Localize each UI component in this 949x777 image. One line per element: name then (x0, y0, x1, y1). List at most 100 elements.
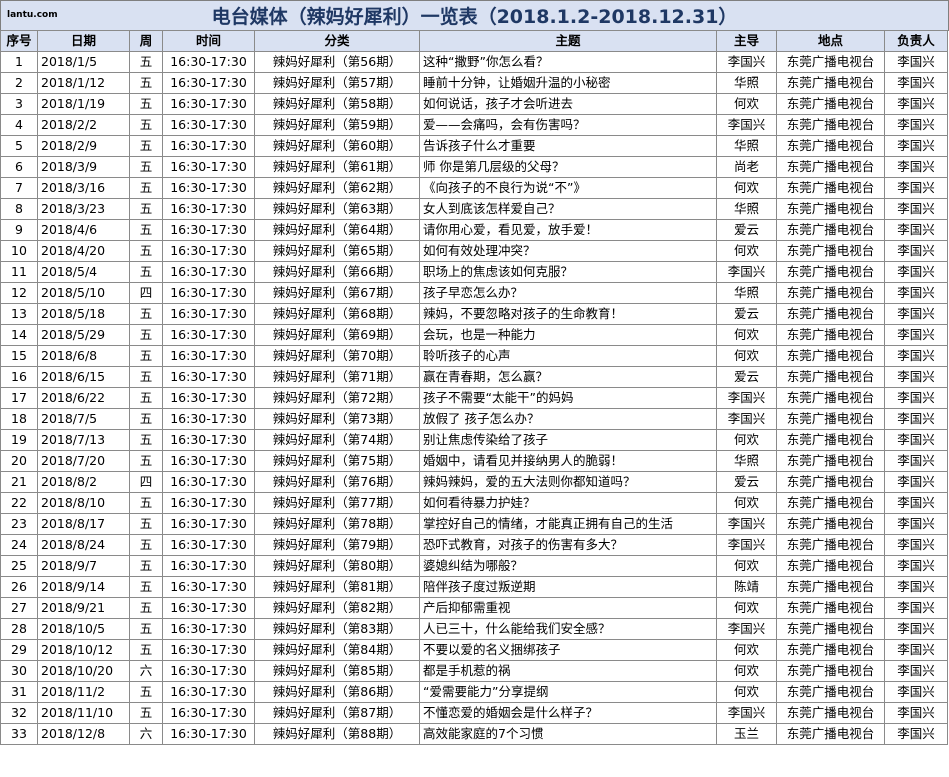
cell-category: 辣妈好犀利（第63期） (254, 198, 420, 220)
col-header-date: 日期 (37, 30, 130, 52)
cell-time: 16:30-17:30 (162, 261, 255, 283)
col-header-location: 地点 (776, 30, 885, 52)
cell-date: 2018/7/5 (37, 408, 130, 430)
cell-category: 辣妈好犀利（第86期） (254, 681, 420, 703)
cell-category: 辣妈好犀利（第78期） (254, 513, 420, 535)
cell-location: 东莞广播电视台 (776, 471, 885, 493)
cell-index: 30 (0, 660, 38, 682)
cell-category: 辣妈好犀利（第60期） (254, 135, 420, 157)
cell-location: 东莞广播电视台 (776, 492, 885, 514)
cell-category: 辣妈好犀利（第67期） (254, 282, 420, 304)
cell-index: 22 (0, 492, 38, 514)
cell-time: 16:30-17:30 (162, 366, 255, 388)
cell-host: 爱云 (716, 219, 777, 241)
cell-owner: 李国兴 (884, 51, 948, 73)
cell-index: 18 (0, 408, 38, 430)
cell-time: 16:30-17:30 (162, 471, 255, 493)
col-header-host: 主导 (716, 30, 777, 52)
cell-index: 4 (0, 114, 38, 136)
cell-topic: 别让焦虑传染给了孩子 (419, 429, 717, 451)
cell-weekday: 五 (129, 177, 163, 199)
table-row: 2 2018/1/12 五 16:30-17:30 辣妈好犀利（第57期） 睡前十分钟，让… (0, 72, 948, 94)
cell-host: 何欢 (716, 660, 777, 682)
cell-topic: 都是手机惹的祸 (419, 660, 717, 682)
page-title: 电台媒体（辣妈好犀利）一览表（2018.1.2-2018.12.31） (211, 6, 738, 28)
cell-location: 东莞广播电视台 (776, 51, 885, 73)
cell-time: 16:30-17:30 (162, 93, 255, 115)
cell-weekday: 五 (129, 135, 163, 157)
cell-location: 东莞广播电视台 (776, 513, 885, 535)
cell-location: 东莞广播电视台 (776, 429, 885, 451)
cell-date: 2018/8/10 (37, 492, 130, 514)
cell-owner: 李国兴 (884, 681, 948, 703)
cell-host: 玉兰 (716, 723, 777, 745)
cell-host: 爱云 (716, 303, 777, 325)
table-row: 16 2018/6/15 五 16:30-17:30 辣妈好犀利（第71期） 赢在青春期，… (0, 366, 948, 388)
cell-weekday: 五 (129, 576, 163, 598)
cell-owner: 李国兴 (884, 366, 948, 388)
cell-time: 16:30-17:30 (162, 72, 255, 94)
cell-index: 29 (0, 639, 38, 661)
cell-owner: 李国兴 (884, 114, 948, 136)
cell-time: 16:30-17:30 (162, 576, 255, 598)
cell-index: 28 (0, 618, 38, 640)
table-row: 33 2018/12/8 六 16:30-17:30 辣妈好犀利（第88期） 高效能家庭的… (0, 723, 948, 745)
cell-date: 2018/3/9 (37, 156, 130, 178)
cell-owner: 李国兴 (884, 72, 948, 94)
cell-index: 25 (0, 555, 38, 577)
cell-date: 2018/10/12 (37, 639, 130, 661)
cell-index: 8 (0, 198, 38, 220)
cell-time: 16:30-17:30 (162, 450, 255, 472)
cell-host: 何欢 (716, 555, 777, 577)
table-row: 11 2018/5/4 五 16:30-17:30 辣妈好犀利（第66期） 职场上的焦虑该… (0, 261, 948, 283)
cell-date: 2018/1/5 (37, 51, 130, 73)
cell-owner: 李国兴 (884, 702, 948, 724)
cell-host: 李国兴 (716, 408, 777, 430)
cell-location: 东莞广播电视台 (776, 177, 885, 199)
cell-owner: 李国兴 (884, 597, 948, 619)
col-header-weekday: 周 (129, 30, 163, 52)
cell-location: 东莞广播电视台 (776, 723, 885, 745)
cell-time: 16:30-17:30 (162, 324, 255, 346)
table-row: 5 2018/2/9 五 16:30-17:30 辣妈好犀利（第60期） 告诉孩子什么才重… (0, 135, 948, 157)
cell-weekday: 五 (129, 219, 163, 241)
cell-index: 17 (0, 387, 38, 409)
cell-topic: 孩子早恋怎么办？ (419, 282, 717, 304)
cell-time: 16:30-17:30 (162, 597, 255, 619)
cell-topic: 产后抑郁需重视 (419, 597, 717, 619)
cell-topic: 婚姻中，请看见并接纳男人的脆弱！ (419, 450, 717, 472)
header-row: 序号 日期 周 时间 分类 主题 主导 地点 负责人 (0, 30, 948, 52)
cell-weekday: 五 (129, 492, 163, 514)
cell-category: 辣妈好犀利（第88期） (254, 723, 420, 745)
cell-time: 16:30-17:30 (162, 723, 255, 745)
cell-index: 33 (0, 723, 38, 745)
table-row: 26 2018/9/14 五 16:30-17:30 辣妈好犀利（第81期） 陪伴孩子度过… (0, 576, 948, 598)
cell-owner: 李国兴 (884, 639, 948, 661)
cell-topic: 睡前十分钟，让婚姻升温的小秘密 (419, 72, 717, 94)
cell-location: 东莞广播电视台 (776, 618, 885, 640)
spreadsheet: lantu.com 电台媒体（辣妈好犀利）一览表（2018.1.2-2018.1… (0, 0, 949, 777)
cell-topic: 请你用心爱，看见爱，放手爱！ (419, 219, 717, 241)
cell-owner: 李国兴 (884, 219, 948, 241)
cell-category: 辣妈好犀利（第76期） (254, 471, 420, 493)
cell-location: 东莞广播电视台 (776, 135, 885, 157)
cell-owner: 李国兴 (884, 513, 948, 535)
cell-weekday: 五 (129, 702, 163, 724)
cell-topic: 师 你是第几层级的父母？ (419, 156, 717, 178)
col-header-topic: 主题 (419, 30, 717, 52)
table-row: 31 2018/11/2 五 16:30-17:30 辣妈好犀利（第86期） “爱需要能力… (0, 681, 948, 703)
cell-date: 2018/4/20 (37, 240, 130, 262)
cell-date: 2018/9/7 (37, 555, 130, 577)
cell-index: 19 (0, 429, 38, 451)
cell-date: 2018/7/20 (37, 450, 130, 472)
cell-topic: 赢在青春期，怎么赢？ (419, 366, 717, 388)
cell-index: 10 (0, 240, 38, 262)
cell-category: 辣妈好犀利（第79期） (254, 534, 420, 556)
cell-weekday: 五 (129, 681, 163, 703)
cell-location: 东莞广播电视台 (776, 639, 885, 661)
cell-host: 李国兴 (716, 513, 777, 535)
cell-owner: 李国兴 (884, 240, 948, 262)
cell-category: 辣妈好犀利（第65期） (254, 240, 420, 262)
table-row: 20 2018/7/20 五 16:30-17:30 辣妈好犀利（第75期） 婚姻中，请看… (0, 450, 948, 472)
cell-index: 9 (0, 219, 38, 241)
